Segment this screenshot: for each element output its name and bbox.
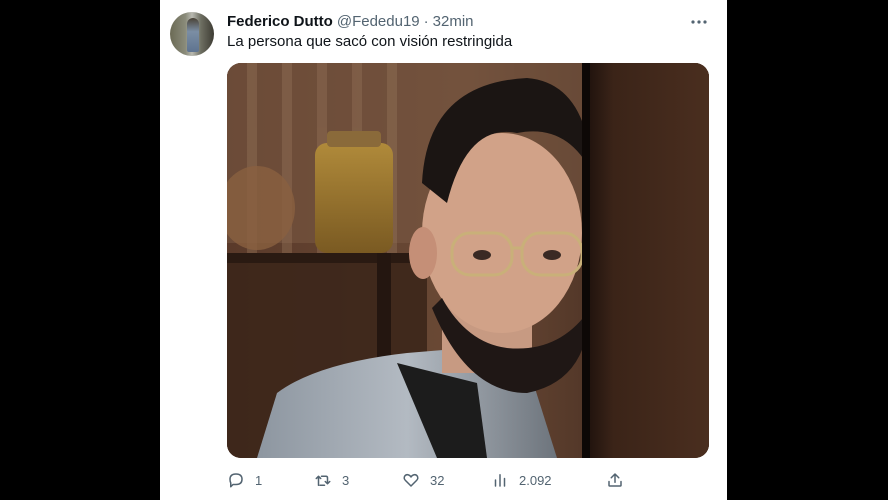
avatar-figure [187, 18, 199, 52]
author-handle[interactable]: @Fededu19 [337, 12, 420, 32]
bar-chart-icon [494, 474, 506, 487]
share-icon [608, 473, 622, 487]
like-button[interactable]: 32 [402, 468, 444, 492]
retweet-button[interactable]: 3 [314, 468, 349, 492]
view-count: 2.092 [519, 472, 552, 488]
tweet-time[interactable]: 32min [433, 12, 474, 32]
tweet-card[interactable]: Federico Dutto @Fededu19 · 32min La pers… [160, 0, 727, 500]
heart-icon [403, 473, 419, 487]
reply-button[interactable]: 1 [227, 468, 262, 492]
tweet-text: La persona que sacó con visión restringi… [227, 33, 513, 50]
reply-count: 1 [255, 472, 263, 488]
tweet-media-photo[interactable] [227, 63, 709, 458]
photo-illustration [227, 63, 709, 458]
author-name[interactable]: Federico Dutto [227, 12, 333, 32]
tweet-actions-bar: 1 3 32 2.092 [227, 468, 709, 492]
avatar[interactable] [170, 12, 214, 56]
screenshot-stage: Federico Dutto @Fededu19 · 32min La pers… [0, 0, 888, 500]
separator-dot: · [423, 13, 429, 30]
reply-icon [229, 473, 243, 488]
retweet-count: 3 [342, 472, 350, 488]
views-button[interactable]: 2.092 [491, 468, 552, 492]
like-count: 32 [430, 472, 445, 488]
more-options-button[interactable] [687, 12, 711, 32]
retweet-icon [315, 475, 331, 486]
more-horizontal-icon [691, 20, 707, 24]
tweet-header: Federico Dutto @Fededu19 · 32min [227, 12, 713, 32]
share-button[interactable] [606, 468, 624, 492]
